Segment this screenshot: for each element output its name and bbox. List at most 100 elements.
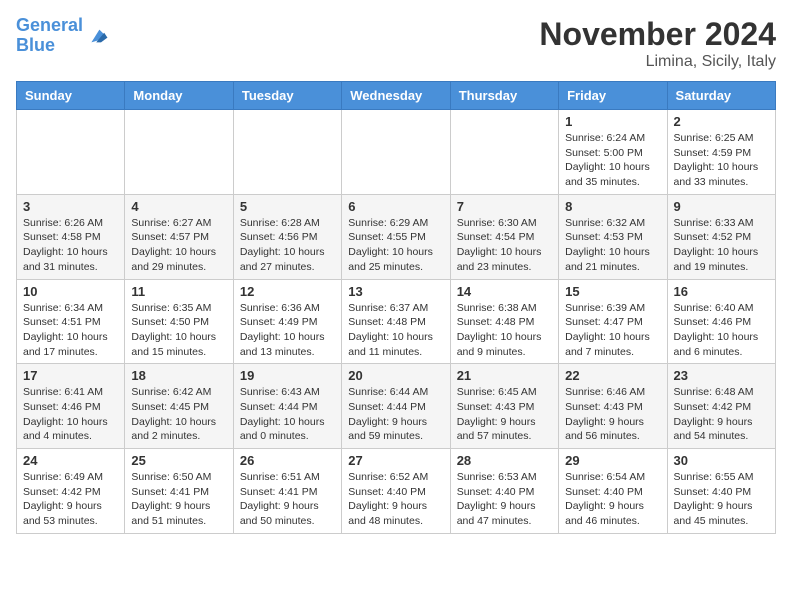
weekday-header-tuesday: Tuesday — [233, 82, 341, 110]
calendar-cell — [125, 110, 233, 195]
day-number: 5 — [240, 199, 335, 214]
logo-line1: General — [16, 15, 83, 35]
day-info: Sunrise: 6:30 AM Sunset: 4:54 PM Dayligh… — [457, 216, 552, 275]
calendar-cell: 15 Sunrise: 6:39 AM Sunset: 4:47 PM Dayli… — [559, 279, 667, 364]
calendar-cell: 11Sunrise: 6:35 AM Sunset: 4:50 PM Dayli… — [125, 279, 233, 364]
day-number: 10 — [23, 284, 118, 299]
calendar-table: SundayMondayTuesdayWednesdayThursdayFrid… — [16, 81, 776, 534]
calendar-cell — [17, 110, 125, 195]
weekday-header-monday: Monday — [125, 82, 233, 110]
day-number: 16 — [674, 284, 769, 299]
calendar-cell: 6 Sunrise: 6:29 AM Sunset: 4:55 PM Daylig… — [342, 194, 450, 279]
calendar-cell: 27 Sunrise: 6:52 AM Sunset: 4:40 PM Dayli… — [342, 449, 450, 534]
calendar-cell — [450, 110, 558, 195]
day-info: Sunrise: 6:48 AM Sunset: 4:42 PM Dayligh… — [674, 385, 769, 444]
day-info: Sunrise: 6:39 AM Sunset: 4:47 PM Dayligh… — [565, 301, 660, 360]
day-number: 30 — [674, 453, 769, 468]
day-info: Sunrise: 6:24 AM Sunset: 5:00 PM Dayligh… — [565, 131, 660, 190]
day-number: 27 — [348, 453, 443, 468]
calendar-header: SundayMondayTuesdayWednesdayThursdayFrid… — [17, 82, 776, 110]
day-number: 20 — [348, 368, 443, 383]
day-number: 11 — [131, 284, 226, 299]
day-info: Sunrise: 6:27 AM Sunset: 4:57 PM Dayligh… — [131, 216, 226, 275]
weekday-header-friday: Friday — [559, 82, 667, 110]
calendar-cell: 19 Sunrise: 6:43 AM Sunset: 4:44 PM Dayli… — [233, 364, 341, 449]
calendar-cell: 12Sunrise: 6:36 AM Sunset: 4:49 PM Dayli… — [233, 279, 341, 364]
calendar-cell: 16 Sunrise: 6:40 AM Sunset: 4:46 PM Dayli… — [667, 279, 775, 364]
day-number: 15 — [565, 284, 660, 299]
day-info: Sunrise: 6:45 AM Sunset: 4:43 PM Dayligh… — [457, 385, 552, 444]
weekday-header-wednesday: Wednesday — [342, 82, 450, 110]
calendar-body: 1 Sunrise: 6:24 AM Sunset: 5:00 PM Daylig… — [17, 110, 776, 534]
logo-icon — [85, 24, 109, 48]
day-info: Sunrise: 6:55 AM Sunset: 4:40 PM Dayligh… — [674, 470, 769, 529]
location: Limina, Sicily, Italy — [539, 53, 776, 71]
weekday-header-saturday: Saturday — [667, 82, 775, 110]
day-info: Sunrise: 6:28 AM Sunset: 4:56 PM Dayligh… — [240, 216, 335, 275]
day-number: 4 — [131, 199, 226, 214]
day-info: Sunrise: 6:33 AM Sunset: 4:52 PM Dayligh… — [674, 216, 769, 275]
calendar-cell: 14 Sunrise: 6:38 AM Sunset: 4:48 PM Dayli… — [450, 279, 558, 364]
calendar-week-row: 24 Sunrise: 6:49 AM Sunset: 4:42 PM Dayli… — [17, 449, 776, 534]
title-block: November 2024 Limina, Sicily, Italy — [539, 16, 776, 71]
day-info: Sunrise: 6:40 AM Sunset: 4:46 PM Dayligh… — [674, 301, 769, 360]
day-info: Sunrise: 6:52 AM Sunset: 4:40 PM Dayligh… — [348, 470, 443, 529]
calendar-cell: 5 Sunrise: 6:28 AM Sunset: 4:56 PM Daylig… — [233, 194, 341, 279]
logo: General Blue — [16, 16, 109, 56]
calendar-cell: 3Sunrise: 6:26 AM Sunset: 4:58 PM Daylig… — [17, 194, 125, 279]
day-info: Sunrise: 6:36 AM Sunset: 4:49 PM Dayligh… — [240, 301, 335, 360]
logo-text: General Blue — [16, 16, 83, 56]
day-info: Sunrise: 6:50 AM Sunset: 4:41 PM Dayligh… — [131, 470, 226, 529]
day-number: 6 — [348, 199, 443, 214]
day-number: 7 — [457, 199, 552, 214]
calendar-cell: 4 Sunrise: 6:27 AM Sunset: 4:57 PM Daylig… — [125, 194, 233, 279]
calendar-week-row: 10 Sunrise: 6:34 AM Sunset: 4:51 PM Dayli… — [17, 279, 776, 364]
calendar-cell: 23 Sunrise: 6:48 AM Sunset: 4:42 PM Dayli… — [667, 364, 775, 449]
calendar-cell: 22Sunrise: 6:46 AM Sunset: 4:43 PM Dayli… — [559, 364, 667, 449]
calendar-cell: 1 Sunrise: 6:24 AM Sunset: 5:00 PM Daylig… — [559, 110, 667, 195]
calendar-cell: 25 Sunrise: 6:50 AM Sunset: 4:41 PM Dayli… — [125, 449, 233, 534]
day-info: Sunrise: 6:29 AM Sunset: 4:55 PM Dayligh… — [348, 216, 443, 275]
day-number: 14 — [457, 284, 552, 299]
day-number: 23 — [674, 368, 769, 383]
calendar-cell: 30 Sunrise: 6:55 AM Sunset: 4:40 PM Dayli… — [667, 449, 775, 534]
day-number: 24 — [23, 453, 118, 468]
day-number: 18 — [131, 368, 226, 383]
calendar-cell: 10 Sunrise: 6:34 AM Sunset: 4:51 PM Dayli… — [17, 279, 125, 364]
day-number: 29 — [565, 453, 660, 468]
day-info: Sunrise: 6:34 AM Sunset: 4:51 PM Dayligh… — [23, 301, 118, 360]
calendar-cell: 29 Sunrise: 6:54 AM Sunset: 4:40 PM Dayli… — [559, 449, 667, 534]
calendar-cell: 24 Sunrise: 6:49 AM Sunset: 4:42 PM Dayli… — [17, 449, 125, 534]
day-info: Sunrise: 6:38 AM Sunset: 4:48 PM Dayligh… — [457, 301, 552, 360]
day-number: 2 — [674, 114, 769, 129]
month-title: November 2024 — [539, 16, 776, 53]
day-number: 9 — [674, 199, 769, 214]
day-number: 22 — [565, 368, 660, 383]
day-info: Sunrise: 6:44 AM Sunset: 4:44 PM Dayligh… — [348, 385, 443, 444]
day-info: Sunrise: 6:42 AM Sunset: 4:45 PM Dayligh… — [131, 385, 226, 444]
day-number: 26 — [240, 453, 335, 468]
day-number: 28 — [457, 453, 552, 468]
calendar-cell: 28Sunrise: 6:53 AM Sunset: 4:40 PM Dayli… — [450, 449, 558, 534]
day-number: 25 — [131, 453, 226, 468]
day-info: Sunrise: 6:49 AM Sunset: 4:42 PM Dayligh… — [23, 470, 118, 529]
calendar-cell: 21 Sunrise: 6:45 AM Sunset: 4:43 PM Dayli… — [450, 364, 558, 449]
calendar-week-row: 1 Sunrise: 6:24 AM Sunset: 5:00 PM Daylig… — [17, 110, 776, 195]
calendar-cell: 9 Sunrise: 6:33 AM Sunset: 4:52 PM Daylig… — [667, 194, 775, 279]
calendar-cell — [233, 110, 341, 195]
day-info: Sunrise: 6:25 AM Sunset: 4:59 PM Dayligh… — [674, 131, 769, 190]
calendar-cell: 7 Sunrise: 6:30 AM Sunset: 4:54 PM Daylig… — [450, 194, 558, 279]
day-number: 21 — [457, 368, 552, 383]
day-info: Sunrise: 6:54 AM Sunset: 4:40 PM Dayligh… — [565, 470, 660, 529]
calendar-cell: 26Sunrise: 6:51 AM Sunset: 4:41 PM Dayli… — [233, 449, 341, 534]
day-info: Sunrise: 6:43 AM Sunset: 4:44 PM Dayligh… — [240, 385, 335, 444]
calendar-cell: 8Sunrise: 6:32 AM Sunset: 4:53 PM Daylig… — [559, 194, 667, 279]
day-info: Sunrise: 6:37 AM Sunset: 4:48 PM Dayligh… — [348, 301, 443, 360]
calendar-cell: 2 Sunrise: 6:25 AM Sunset: 4:59 PM Daylig… — [667, 110, 775, 195]
logo-line2: Blue — [16, 35, 55, 55]
day-number: 3 — [23, 199, 118, 214]
day-number: 19 — [240, 368, 335, 383]
calendar-cell: 13Sunrise: 6:37 AM Sunset: 4:48 PM Dayli… — [342, 279, 450, 364]
day-number: 1 — [565, 114, 660, 129]
calendar-cell: 18 Sunrise: 6:42 AM Sunset: 4:45 PM Dayli… — [125, 364, 233, 449]
